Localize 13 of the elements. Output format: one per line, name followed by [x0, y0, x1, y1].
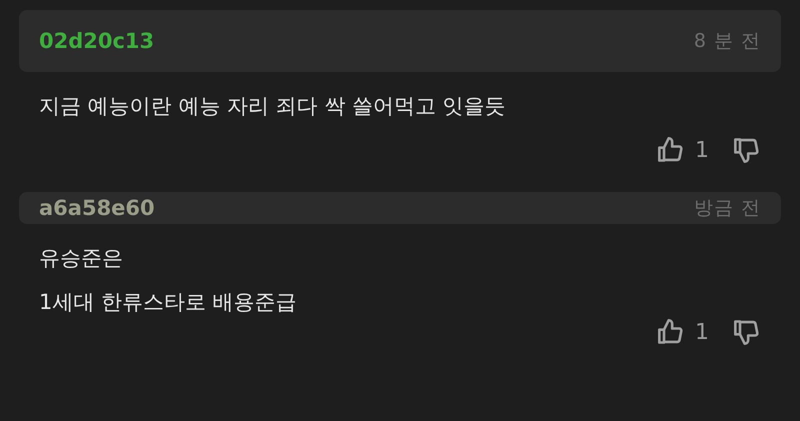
thumbs-up-icon[interactable] [657, 136, 685, 164]
like-count: 1 [695, 138, 709, 162]
timestamp: 8 분 전 [694, 29, 761, 54]
author-name: 02d20c13 [39, 29, 154, 53]
comment-text: 1세대 한류스타로 배용준급 [39, 289, 298, 316]
comment-text: 유승준은 [39, 245, 124, 272]
like-count: 1 [695, 320, 709, 344]
thumbs-down-icon[interactable] [733, 318, 761, 346]
timestamp: 방금 전 [694, 196, 761, 221]
thumbs-up-icon[interactable] [657, 318, 685, 346]
comment-text: 지금 예능이란 예능 자리 죄다 싹 쓸어먹고 잇을듯 [39, 93, 507, 120]
author-name: a6a58e60 [39, 196, 155, 220]
thumbs-down-icon[interactable] [733, 136, 761, 164]
